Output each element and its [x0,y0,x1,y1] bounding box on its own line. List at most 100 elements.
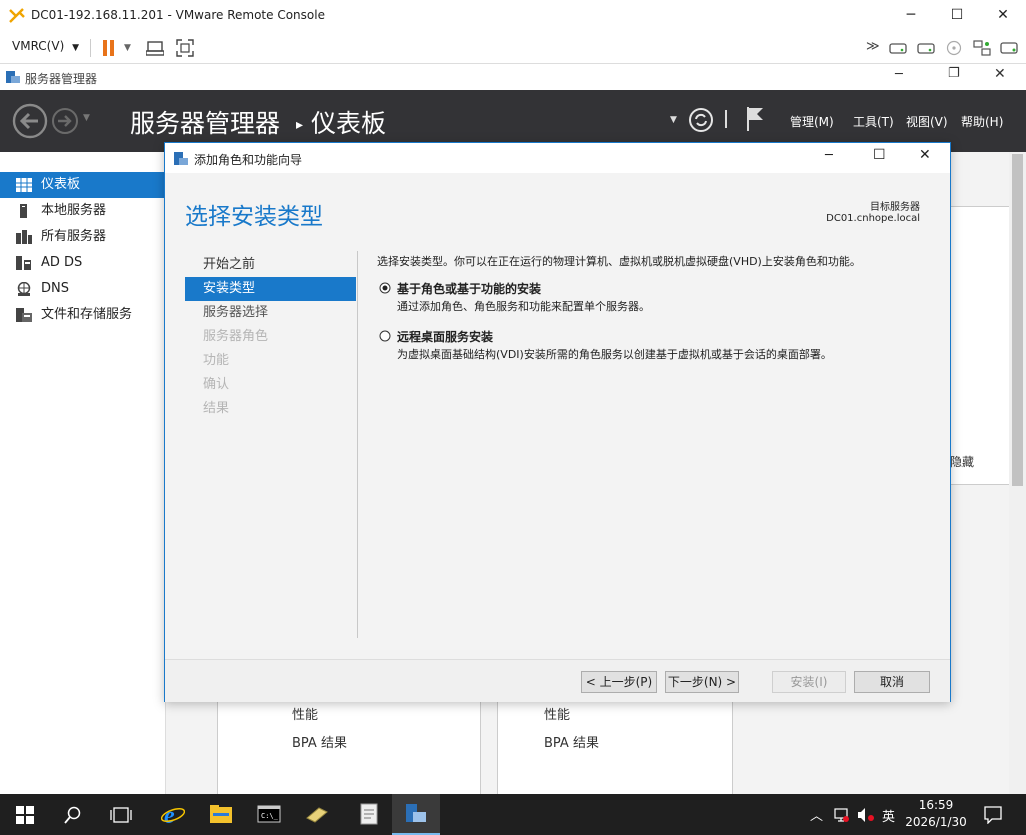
input-method-indicator[interactable]: 英 [882,806,895,825]
option-label[interactable]: 远程桌面服务安装 [397,328,493,345]
chevron-down-icon[interactable]: ▼ [124,43,131,53]
forward-arrow-icon[interactable] [51,107,79,135]
send-keys-icon[interactable] [146,39,164,57]
fullscreen-icon[interactable] [176,39,194,57]
ad-ds-icon [16,256,31,270]
menu-manage[interactable]: 管理(M) [790,113,834,130]
scrollbar[interactable] [1009,152,1026,794]
tile-link-performance[interactable]: 性能 [544,704,570,723]
dialog-title: 添加角色和功能向导 [194,153,303,167]
server-manager-icon [406,804,426,822]
dialog-close-button[interactable]: ✕ [919,147,931,163]
menu-view[interactable]: 视图(V) [906,113,948,130]
windows-start-icon[interactable] [16,806,34,824]
minimize-button[interactable]: ─ [888,0,934,31]
sidebar-item-label: 仪表板 [41,177,81,192]
radio-selected-icon[interactable] [379,282,391,294]
back-arrow-icon[interactable] [12,103,48,139]
dialog-body: 选择安装类型 目标服务器 DC01.cnhope.local 开始之前 安装类型… [165,173,950,659]
dns-icon [17,282,31,296]
notification-flag-icon[interactable] [745,105,767,133]
clock[interactable]: 16:59 2026/1/30 [905,797,967,831]
step-before-you-begin[interactable]: 开始之前 [185,253,356,277]
wizard-icon [174,152,188,165]
refresh-icon[interactable] [688,107,714,133]
vmrc-titlebar: DC01-192.168.11.201 - VMware Remote Cons… [0,0,1026,32]
notification-center-icon[interactable] [984,806,1002,824]
sidebar-item-dashboard[interactable]: 仪表板 [0,172,165,198]
more-icon[interactable]: ≫ [866,39,880,54]
breadcrumb-root[interactable]: 服务器管理器 [130,109,280,138]
window-title: DC01-192.168.11.201 - VMware Remote Cons… [31,8,325,22]
clock-date: 2026/1/30 [905,815,967,829]
taskbar-notepad[interactable] [344,794,392,835]
pause-button[interactable] [102,39,116,60]
taskbar-explorer[interactable] [196,794,244,835]
dashboard-icon [16,178,32,192]
radio-unselected-icon[interactable] [379,330,391,342]
disk-icon[interactable] [917,40,935,56]
scrollbar-thumb[interactable] [1012,154,1023,486]
usb-icon[interactable] [1000,40,1018,56]
vmrc-menu[interactable]: VMRC(V) ▼ [12,39,79,53]
sidebar-item-ad-ds[interactable]: AD DS [0,250,165,276]
taskbar-ie[interactable]: e [148,794,196,835]
close-button[interactable]: ✕ [980,0,1026,31]
step-results: 结果 [203,401,230,416]
hide-link[interactable]: 隐藏 [950,453,974,470]
pause-icon [103,40,114,56]
vmrc-menu-label: VMRC(V) [12,39,65,53]
page-heading: 选择安装类型 [185,204,323,230]
sidebar-item-label: 所有服务器 [41,229,107,244]
menu-help[interactable]: 帮助(H) [961,113,1003,130]
option-label[interactable]: 基于角色或基于功能的安装 [397,280,541,297]
search-icon[interactable] [64,806,82,824]
volume-muted-icon[interactable] [857,807,875,823]
svg-text:e: e [164,803,175,826]
task-view-icon[interactable] [110,806,132,824]
step-installation-type[interactable]: 安装类型 [185,277,356,301]
step-features: 功能 [203,353,230,368]
chevron-up-icon[interactable]: ︿ [810,805,823,824]
sm-restore-button[interactable]: ❐ [948,66,960,81]
dialog-footer: < 上一步(P) 下一步(N) > 安装(I) 取消 [165,659,950,702]
menu-tools[interactable]: 工具(T) [853,113,894,130]
taskbar: e C:\_ ︿ 英 16:59 2026/1/30 [0,794,1026,835]
tile-link-bpa[interactable]: BPA 结果 [544,732,599,751]
sidebar-item-all-servers[interactable]: 所有服务器 [0,224,165,250]
step-server-roles: 服务器角色 [203,329,269,344]
header-divider [725,110,727,128]
maximize-button[interactable]: ☐ [934,0,980,31]
network-icon[interactable] [973,40,991,56]
sidebar-item-file-storage[interactable]: 文件和存储服务 [0,302,165,328]
sidebar-item-dns[interactable]: DNS [0,276,165,302]
dialog-minimize-button[interactable]: ─ [825,148,833,163]
disk-icon[interactable] [889,40,907,56]
server-tile: 性能 BPA 结果 [217,700,481,796]
step-server-selection[interactable]: 服务器选择 [185,301,356,325]
target-server-label: 目标服务器 [870,202,920,213]
history-dropdown-icon[interactable]: ▼ [83,113,90,123]
cancel-button[interactable]: 取消 [854,671,930,693]
sm-minimize-button[interactable]: ─ [895,67,903,82]
taskbar-cmd[interactable]: C:\_ [244,794,292,835]
taskbar-server-manager[interactable] [392,794,440,835]
svg-text:C:\_: C:\_ [261,812,279,820]
network-icon[interactable] [834,807,850,823]
next-button[interactable]: 下一步(N) > [665,671,739,693]
previous-button[interactable]: < 上一步(P) [581,671,657,693]
tile-link-bpa[interactable]: BPA 结果 [292,732,347,751]
sidebar-item-local-server[interactable]: 本地服务器 [0,198,165,224]
chevron-down-icon[interactable]: ▼ [670,115,677,125]
breadcrumb-page: 仪表板 [311,109,387,138]
dialog-maximize-button[interactable]: ☐ [873,147,886,163]
tile-link-performance[interactable]: 性能 [292,704,318,723]
taskbar-server-tool[interactable] [292,794,340,835]
sidebar: 仪表板 本地服务器 所有服务器 AD DS DNS 文件和存储服务 [0,152,166,794]
cdrom-icon[interactable] [946,40,962,56]
clock-time: 16:59 [918,798,954,812]
dialog-titlebar: 添加角色和功能向导 ─ ☐ ✕ [165,143,950,173]
file-explorer-icon [210,805,232,823]
step-confirmation: 确认 [203,377,230,392]
sm-close-button[interactable]: ✕ [994,66,1006,82]
